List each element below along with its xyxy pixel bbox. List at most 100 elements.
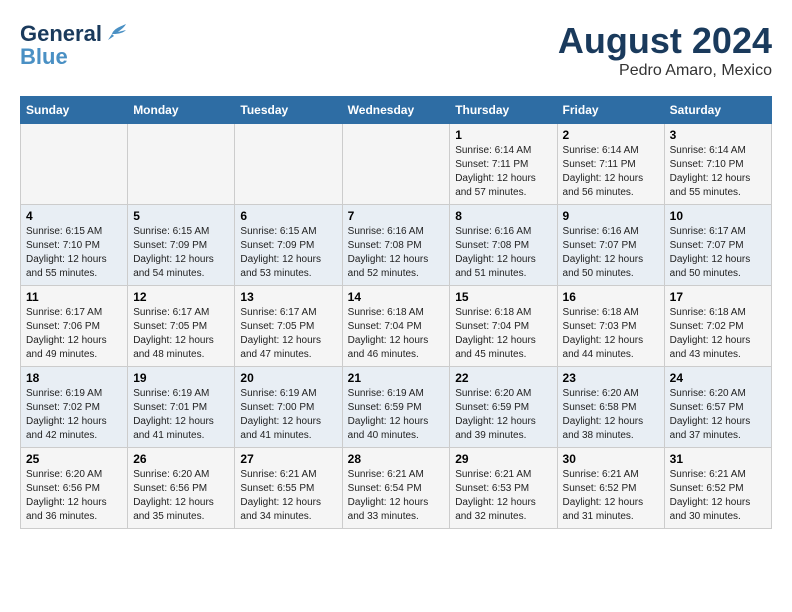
day-number: 10	[670, 209, 766, 223]
day-number: 17	[670, 290, 766, 304]
day-number: 21	[348, 371, 445, 385]
day-info: Sunrise: 6:19 AM Sunset: 7:01 PM Dayligh…	[133, 387, 229, 443]
day-info: Sunrise: 6:21 AM Sunset: 6:52 PM Dayligh…	[670, 468, 766, 524]
day-info: Sunrise: 6:20 AM Sunset: 6:57 PM Dayligh…	[670, 387, 766, 443]
day-number: 6	[240, 209, 336, 223]
logo: General Blue	[20, 20, 128, 70]
calendar-cell: 22 Sunrise: 6:20 AM Sunset: 6:59 PM Dayli…	[450, 367, 557, 448]
day-number: 26	[133, 452, 229, 466]
day-number: 13	[240, 290, 336, 304]
day-number: 30	[563, 452, 659, 466]
calendar-cell: 4Sunrise: 6:15 AM Sunset: 7:10 PM Daylig…	[21, 205, 128, 286]
day-info: Sunrise: 6:20 AM Sunset: 6:56 PM Dayligh…	[26, 468, 122, 524]
day-number: 24	[670, 371, 766, 385]
day-number: 2	[563, 128, 659, 142]
day-info: Sunrise: 6:17 AM Sunset: 7:06 PM Dayligh…	[26, 306, 122, 362]
calendar-cell: 17 Sunrise: 6:18 AM Sunset: 7:02 PM Dayli…	[664, 286, 771, 367]
calendar-cell: 12 Sunrise: 6:17 AM Sunset: 7:05 PM Dayli…	[128, 286, 235, 367]
calendar-cell: 5 Sunrise: 6:15 AM Sunset: 7:09 PM Daylig…	[128, 205, 235, 286]
column-header-monday: Monday	[128, 97, 235, 124]
calendar-cell: 21 Sunrise: 6:19 AM Sunset: 6:59 PM Dayli…	[342, 367, 450, 448]
calendar-cell: 19 Sunrise: 6:19 AM Sunset: 7:01 PM Dayli…	[128, 367, 235, 448]
calendar-cell: 15 Sunrise: 6:18 AM Sunset: 7:04 PM Dayli…	[450, 286, 557, 367]
week-row-3: 11 Sunrise: 6:17 AM Sunset: 7:06 PM Dayli…	[21, 286, 772, 367]
day-number: 19	[133, 371, 229, 385]
calendar-cell	[128, 124, 235, 205]
calendar-cell: 3 Sunrise: 6:14 AM Sunset: 7:10 PM Daylig…	[664, 124, 771, 205]
calendar-cell: 27 Sunrise: 6:21 AM Sunset: 6:55 PM Dayli…	[235, 448, 342, 529]
day-info: Sunrise: 6:18 AM Sunset: 7:04 PM Dayligh…	[455, 306, 551, 362]
day-number: 28	[348, 452, 445, 466]
day-info: Sunrise: 6:20 AM Sunset: 6:59 PM Dayligh…	[455, 387, 551, 443]
day-info: Sunrise: 6:20 AM Sunset: 6:58 PM Dayligh…	[563, 387, 659, 443]
calendar-cell: 31Sunrise: 6:21 AM Sunset: 6:52 PM Dayli…	[664, 448, 771, 529]
day-info: Sunrise: 6:15 AM Sunset: 7:09 PM Dayligh…	[240, 225, 336, 281]
day-number: 29	[455, 452, 551, 466]
week-row-5: 25 Sunrise: 6:20 AM Sunset: 6:56 PM Dayli…	[21, 448, 772, 529]
day-info: Sunrise: 6:19 AM Sunset: 6:59 PM Dayligh…	[348, 387, 445, 443]
day-info: Sunrise: 6:21 AM Sunset: 6:54 PM Dayligh…	[348, 468, 445, 524]
calendar-cell	[235, 124, 342, 205]
day-info: Sunrise: 6:21 AM Sunset: 6:55 PM Dayligh…	[240, 468, 336, 524]
day-info: Sunrise: 6:17 AM Sunset: 7:05 PM Dayligh…	[240, 306, 336, 362]
calendar-cell: 13 Sunrise: 6:17 AM Sunset: 7:05 PM Dayli…	[235, 286, 342, 367]
calendar-cell: 8Sunrise: 6:16 AM Sunset: 7:08 PM Daylig…	[450, 205, 557, 286]
subtitle: Pedro Amaro, Mexico	[558, 62, 772, 80]
day-number: 12	[133, 290, 229, 304]
calendar-cell: 10 Sunrise: 6:17 AM Sunset: 7:07 PM Dayli…	[664, 205, 771, 286]
day-info: Sunrise: 6:18 AM Sunset: 7:02 PM Dayligh…	[670, 306, 766, 362]
day-info: Sunrise: 6:15 AM Sunset: 7:09 PM Dayligh…	[133, 225, 229, 281]
week-row-4: 18 Sunrise: 6:19 AM Sunset: 7:02 PM Dayli…	[21, 367, 772, 448]
day-number: 20	[240, 371, 336, 385]
column-header-wednesday: Wednesday	[342, 97, 450, 124]
day-number: 16	[563, 290, 659, 304]
calendar-cell: 7Sunrise: 6:16 AM Sunset: 7:08 PM Daylig…	[342, 205, 450, 286]
column-header-thursday: Thursday	[450, 97, 557, 124]
main-title: August 2024	[558, 20, 772, 62]
column-header-friday: Friday	[557, 97, 664, 124]
day-number: 1	[455, 128, 551, 142]
day-number: 11	[26, 290, 122, 304]
day-number: 15	[455, 290, 551, 304]
calendar-cell: 24 Sunrise: 6:20 AM Sunset: 6:57 PM Dayli…	[664, 367, 771, 448]
day-number: 3	[670, 128, 766, 142]
logo-bird-icon	[104, 20, 128, 48]
calendar-cell: 28 Sunrise: 6:21 AM Sunset: 6:54 PM Dayli…	[342, 448, 450, 529]
calendar-cell: 23Sunrise: 6:20 AM Sunset: 6:58 PM Dayli…	[557, 367, 664, 448]
day-info: Sunrise: 6:15 AM Sunset: 7:10 PM Dayligh…	[26, 225, 122, 281]
calendar-table: SundayMondayTuesdayWednesdayThursdayFrid…	[20, 96, 772, 529]
day-info: Sunrise: 6:18 AM Sunset: 7:03 PM Dayligh…	[563, 306, 659, 362]
calendar-cell: 25 Sunrise: 6:20 AM Sunset: 6:56 PM Dayli…	[21, 448, 128, 529]
day-info: Sunrise: 6:17 AM Sunset: 7:07 PM Dayligh…	[670, 225, 766, 281]
logo-blue: Blue	[20, 44, 68, 70]
day-info: Sunrise: 6:21 AM Sunset: 6:53 PM Dayligh…	[455, 468, 551, 524]
page-header: General Blue August 2024 Pedro Amaro, Me…	[20, 20, 772, 80]
day-info: Sunrise: 6:21 AM Sunset: 6:52 PM Dayligh…	[563, 468, 659, 524]
day-info: Sunrise: 6:14 AM Sunset: 7:11 PM Dayligh…	[563, 144, 659, 200]
day-number: 25	[26, 452, 122, 466]
day-info: Sunrise: 6:14 AM Sunset: 7:10 PM Dayligh…	[670, 144, 766, 200]
day-info: Sunrise: 6:16 AM Sunset: 7:08 PM Dayligh…	[348, 225, 445, 281]
day-info: Sunrise: 6:17 AM Sunset: 7:05 PM Dayligh…	[133, 306, 229, 362]
day-number: 5	[133, 209, 229, 223]
day-number: 27	[240, 452, 336, 466]
calendar-cell: 20Sunrise: 6:19 AM Sunset: 7:00 PM Dayli…	[235, 367, 342, 448]
calendar-cell: 6 Sunrise: 6:15 AM Sunset: 7:09 PM Daylig…	[235, 205, 342, 286]
day-number: 14	[348, 290, 445, 304]
day-number: 9	[563, 209, 659, 223]
calendar-cell: 11 Sunrise: 6:17 AM Sunset: 7:06 PM Dayli…	[21, 286, 128, 367]
day-info: Sunrise: 6:19 AM Sunset: 7:02 PM Dayligh…	[26, 387, 122, 443]
calendar-cell: 30 Sunrise: 6:21 AM Sunset: 6:52 PM Dayli…	[557, 448, 664, 529]
calendar-cell: 9Sunrise: 6:16 AM Sunset: 7:07 PM Daylig…	[557, 205, 664, 286]
calendar-cell: 14Sunrise: 6:18 AM Sunset: 7:04 PM Dayli…	[342, 286, 450, 367]
day-number: 18	[26, 371, 122, 385]
day-info: Sunrise: 6:20 AM Sunset: 6:56 PM Dayligh…	[133, 468, 229, 524]
day-number: 22	[455, 371, 551, 385]
week-row-1: 1 Sunrise: 6:14 AM Sunset: 7:11 PM Daylig…	[21, 124, 772, 205]
calendar-cell	[342, 124, 450, 205]
calendar-cell: 2 Sunrise: 6:14 AM Sunset: 7:11 PM Daylig…	[557, 124, 664, 205]
calendar-cell	[21, 124, 128, 205]
calendar-cell: 29 Sunrise: 6:21 AM Sunset: 6:53 PM Dayli…	[450, 448, 557, 529]
day-number: 8	[455, 209, 551, 223]
week-row-2: 4Sunrise: 6:15 AM Sunset: 7:10 PM Daylig…	[21, 205, 772, 286]
